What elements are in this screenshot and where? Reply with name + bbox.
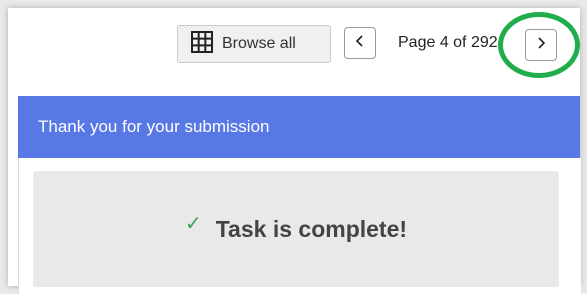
chevron-right-icon [535, 36, 547, 55]
task-panel: Browse all Page 4 of 292 Thank you for y… [8, 8, 581, 294]
page-indicator: Page 4 of 292 [398, 34, 498, 51]
browse-all-label: Browse all [222, 35, 296, 52]
browse-all-button[interactable]: Browse all [177, 25, 331, 63]
content-area: ✓ Task is complete! [18, 158, 581, 294]
checkmark-icon: ✓ [184, 212, 202, 235]
next-page-button[interactable] [525, 29, 557, 61]
submission-banner: Thank you for your submission [18, 96, 580, 158]
completion-message: Task is complete! [215, 215, 408, 242]
pagination-bar: Browse all Page 4 of 292 [8, 8, 580, 88]
chevron-left-icon [354, 34, 366, 53]
completion-box: ✓ Task is complete! [33, 171, 559, 287]
previous-page-button[interactable] [344, 27, 376, 59]
grid-icon [191, 30, 213, 58]
banner-text: Thank you for your submission [38, 117, 270, 136]
